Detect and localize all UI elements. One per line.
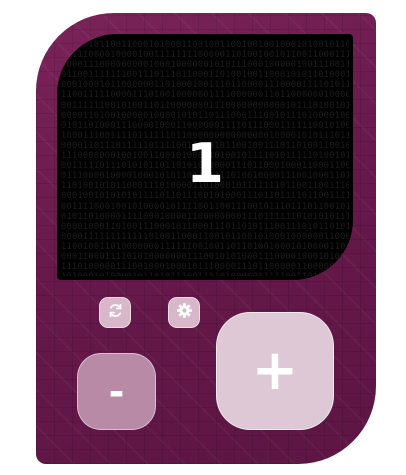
counter-device: 0100010110011000101000110010011001001001…: [36, 13, 376, 464]
decrement-button[interactable]: -: [77, 353, 156, 430]
counter-value: 1: [186, 132, 224, 195]
refresh-icon: [107, 302, 124, 323]
reset-button[interactable]: [99, 297, 131, 328]
increment-button[interactable]: +: [216, 312, 334, 430]
gear-icon: [176, 302, 193, 323]
settings-button[interactable]: [168, 297, 200, 328]
counter-display: 0100010110011000101000110010011001001001…: [57, 34, 353, 280]
